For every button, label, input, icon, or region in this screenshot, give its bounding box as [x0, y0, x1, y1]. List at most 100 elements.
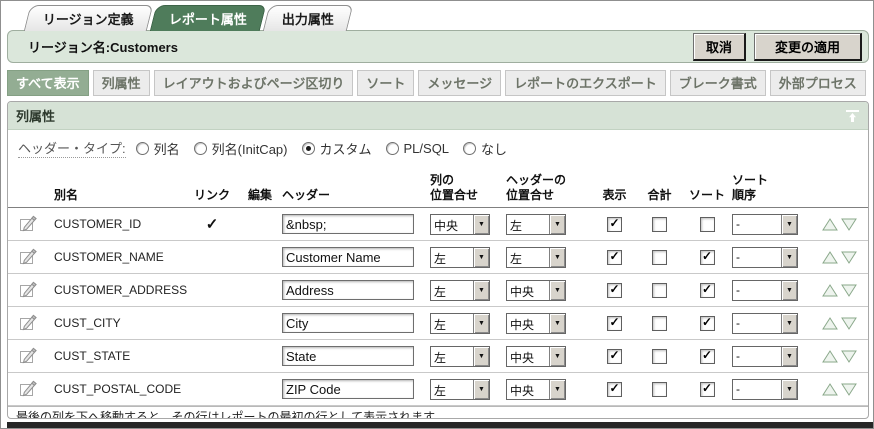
header-type-option-custom[interactable]: カスタム [302, 139, 372, 158]
edit-column-icon[interactable] [18, 247, 39, 267]
column-alignment-select[interactable]: 中央▼ [430, 214, 490, 235]
header-type-row: ヘッダー・タイプ: 列名 列名(InitCap) カスタム PL/SQL なし [8, 130, 868, 167]
display-checkbox[interactable] [607, 382, 622, 397]
header-type-option-none[interactable]: なし [463, 139, 507, 158]
sum-checkbox[interactable] [652, 382, 667, 397]
col-header-alias: 別名 [52, 188, 186, 207]
display-checkbox[interactable] [607, 217, 622, 232]
radio-label: PL/SQL [404, 141, 450, 156]
sort-checkbox[interactable] [700, 250, 715, 265]
cancel-button[interactable]: 取消 [693, 33, 746, 61]
display-checkbox[interactable] [607, 250, 622, 265]
move-down-button[interactable] [841, 383, 857, 396]
move-up-button[interactable] [822, 218, 838, 231]
heading-alignment-select[interactable]: 中央▼ [506, 346, 566, 367]
filter-column-attributes[interactable]: 列属性 [93, 70, 150, 96]
section-header: 列属性 [8, 102, 868, 130]
filter-external-processing[interactable]: 外部プロセス [770, 70, 866, 96]
move-up-button[interactable] [822, 383, 838, 396]
radio-label: 列名(InitCap) [212, 139, 288, 158]
edit-column-icon[interactable] [18, 346, 39, 366]
sum-checkbox[interactable] [652, 217, 667, 232]
filter-layout-pagination[interactable]: レイアウトおよびページ区切り [154, 70, 354, 96]
sort-checkbox[interactable] [700, 283, 715, 298]
chevron-down-icon: ▼ [473, 380, 489, 399]
sort-sequence-select[interactable]: -▼ [732, 214, 798, 235]
display-checkbox[interactable] [607, 349, 622, 364]
move-down-button[interactable] [841, 251, 857, 264]
heading-alignment-select[interactable]: 左▼ [506, 214, 566, 235]
move-down-button[interactable] [841, 317, 857, 330]
header-type-option-column-name[interactable]: 列名 [136, 139, 180, 158]
header-type-option-plsql[interactable]: PL/SQL [386, 141, 450, 156]
filter-show-all[interactable]: すべて表示 [7, 70, 89, 96]
edit-column-icon[interactable] [18, 379, 39, 399]
tab-label: 出力属性 [282, 9, 334, 28]
header-type-option-initcap[interactable]: 列名(InitCap) [194, 139, 288, 158]
edit-column-icon[interactable] [18, 280, 39, 300]
heading-input[interactable] [282, 280, 414, 300]
sort-checkbox[interactable] [700, 316, 715, 331]
apply-changes-button[interactable]: 変更の適用 [754, 33, 862, 61]
column-attributes-region: 列属性 ヘッダー・タイプ: 列名 列名(InitCap) カスタム PL/SQL [7, 101, 869, 419]
radio-icon [302, 142, 315, 155]
top-tab-bar: リージョン定義 レポート属性 出力属性 [27, 5, 873, 31]
move-down-button[interactable] [841, 350, 857, 363]
filter-report-export[interactable]: レポートのエクスポート [505, 70, 666, 96]
radio-label: カスタム [320, 139, 372, 158]
table-row: CUST_POSTAL_CODE ✓ 左▼ 中央▼ -▼ [8, 373, 868, 406]
move-up-button[interactable] [822, 317, 838, 330]
heading-alignment-select[interactable]: 中央▼ [506, 379, 566, 400]
tab-report-attributes[interactable]: レポート属性 [150, 5, 266, 31]
tab-region-definition[interactable]: リージョン定義 [24, 5, 153, 31]
column-alignment-select[interactable]: 左▼ [430, 313, 490, 334]
heading-input[interactable] [282, 379, 414, 399]
filter-break-formatting[interactable]: ブレーク書式 [670, 70, 766, 96]
sort-sequence-select[interactable]: -▼ [732, 379, 798, 400]
column-alias: CUSTOMER_ADDRESS [52, 283, 186, 297]
reorder-help-text: 最後の列を下へ移動すると、その行はレポートの最初の行として表示されます。 最初の… [8, 406, 868, 419]
heading-input[interactable] [282, 214, 414, 234]
col-header-column-alignment: 列の 位置合せ [430, 173, 506, 207]
sort-sequence-select[interactable]: -▼ [732, 346, 798, 367]
column-alignment-select[interactable]: 左▼ [430, 247, 490, 268]
move-down-button[interactable] [841, 218, 857, 231]
edit-column-icon[interactable] [18, 313, 39, 333]
filter-sorting[interactable]: ソート [357, 70, 414, 96]
column-alignment-select[interactable]: 左▼ [430, 379, 490, 400]
column-alias: CUSTOMER_NAME [52, 250, 186, 264]
heading-alignment-select[interactable]: 左▼ [506, 247, 566, 268]
move-up-button[interactable] [822, 284, 838, 297]
chevron-down-icon: ▼ [549, 248, 565, 267]
edit-column-icon[interactable] [18, 214, 39, 234]
heading-input[interactable] [282, 247, 414, 267]
move-up-button[interactable] [822, 251, 838, 264]
heading-alignment-select[interactable]: 中央▼ [506, 313, 566, 334]
heading-alignment-select[interactable]: 中央▼ [506, 280, 566, 301]
sort-sequence-select[interactable]: -▼ [732, 313, 798, 334]
tab-output-attributes[interactable]: 出力属性 [263, 5, 353, 31]
display-checkbox[interactable] [607, 283, 622, 298]
column-alignment-select[interactable]: 左▼ [430, 280, 490, 301]
heading-input[interactable] [282, 313, 414, 333]
sum-checkbox[interactable] [652, 250, 667, 265]
sort-sequence-select[interactable]: -▼ [732, 280, 798, 301]
heading-input[interactable] [282, 346, 414, 366]
collapse-to-top-icon[interactable] [845, 109, 860, 123]
col-header-heading-alignment: ヘッダーの 位置合せ [506, 173, 592, 207]
move-up-button[interactable] [822, 350, 838, 363]
sum-checkbox[interactable] [652, 349, 667, 364]
radio-icon [386, 142, 399, 155]
filter-messages[interactable]: メッセージ [418, 70, 501, 96]
header-type-label[interactable]: ヘッダー・タイプ: [18, 138, 126, 158]
region-name-title: リージョン名:Customers [14, 37, 685, 56]
sort-checkbox[interactable] [700, 217, 715, 232]
move-down-button[interactable] [841, 284, 857, 297]
column-alignment-select[interactable]: 左▼ [430, 346, 490, 367]
sum-checkbox[interactable] [652, 316, 667, 331]
sort-checkbox[interactable] [700, 349, 715, 364]
sum-checkbox[interactable] [652, 283, 667, 298]
sort-checkbox[interactable] [700, 382, 715, 397]
sort-sequence-select[interactable]: -▼ [732, 247, 798, 268]
display-checkbox[interactable] [607, 316, 622, 331]
